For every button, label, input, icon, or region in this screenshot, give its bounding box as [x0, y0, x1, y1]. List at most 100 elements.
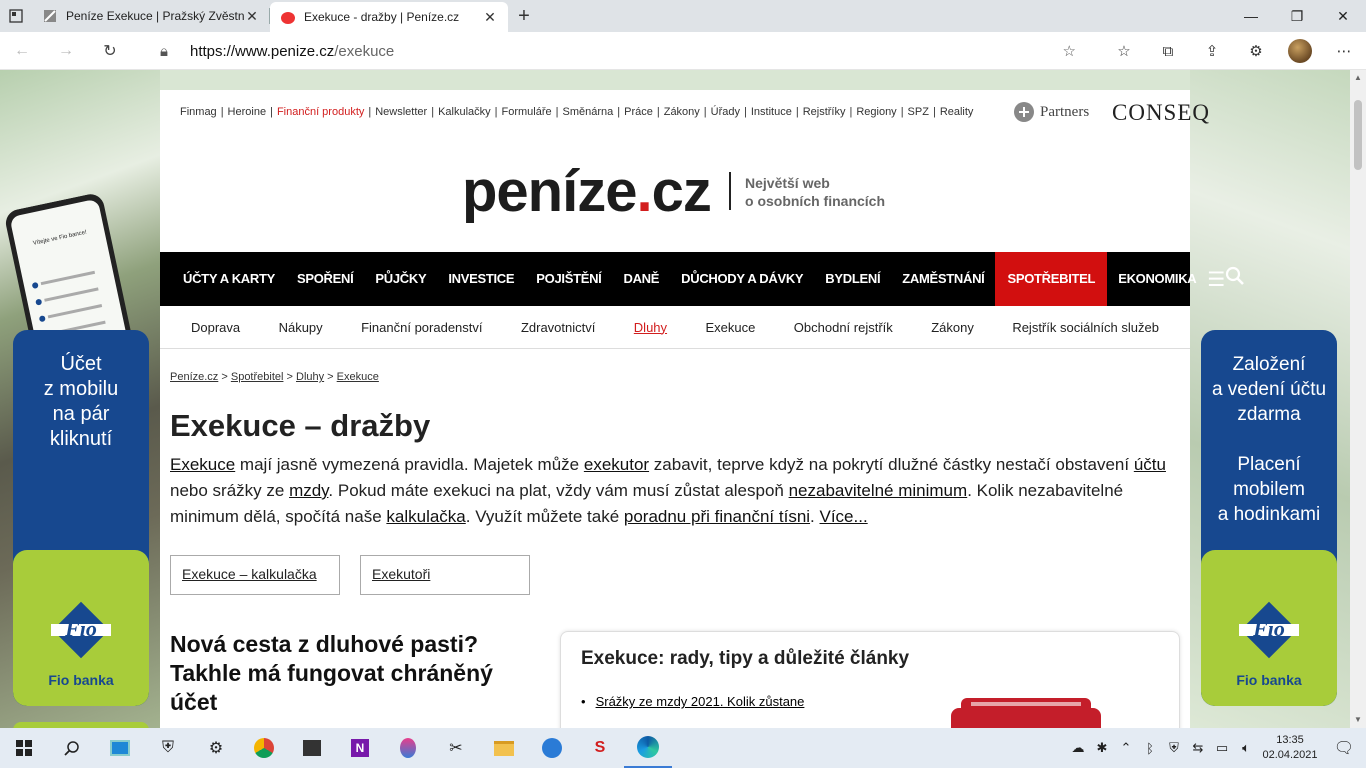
tab-exekuce-drazby[interactable]: Exekuce - dražby | Peníze.cz ✕	[270, 2, 508, 32]
nav-spotrebitel[interactable]: SPOTŘEBITEL	[995, 252, 1108, 306]
tray-app-icon[interactable]: ✱	[1090, 740, 1114, 756]
nav-sporeni[interactable]: SPOŘENÍ	[286, 252, 364, 306]
top-link[interactable]: Úřady	[711, 106, 740, 118]
scroll-up-icon[interactable]: ▲	[1350, 70, 1366, 86]
link-poradna[interactable]: poradnu při finanční tísni	[624, 507, 810, 526]
nav-ucty-a-karty[interactable]: ÚČTY A KARTY	[172, 252, 286, 306]
share-icon[interactable]: ⇪	[1190, 32, 1234, 70]
subnav-obchodni-rejstrik[interactable]: Obchodní rejstřík	[794, 320, 893, 335]
breadcrumb-link[interactable]: Spotřebitel	[231, 371, 284, 383]
paint-icon[interactable]	[384, 728, 432, 768]
exekutori-button[interactable]: Exekutoři	[360, 555, 530, 595]
top-link[interactable]: Rejstříky	[803, 106, 846, 118]
extensions-icon[interactable]: ⚙	[1234, 32, 1278, 70]
scroll-thumb[interactable]	[1354, 100, 1362, 170]
search-taskbar-icon[interactable]	[48, 728, 96, 768]
top-link[interactable]: Finmag	[180, 106, 217, 118]
cloud-icon[interactable]: ☁	[1066, 740, 1090, 756]
task-view-icon[interactable]	[96, 728, 144, 768]
top-link[interactable]: Kalkulačky	[438, 106, 491, 118]
article-headline[interactable]: Nová cesta z dluhové pasti? Takhle má fu…	[170, 630, 510, 717]
fio-ad-left[interactable]: Účet z mobilu na pár kliknutí Fio Fio ba…	[13, 330, 149, 706]
settings-icon[interactable]: ⚙	[192, 728, 240, 768]
nav-pujcky[interactable]: PŮJČKY	[364, 252, 437, 306]
subnav-dluhy[interactable]: Dluhy	[634, 320, 667, 335]
fio-ad-right[interactable]: Založení a vedení účtu zdarma Placení mo…	[1201, 330, 1337, 706]
app-icon[interactable]	[528, 728, 576, 768]
nav-dane[interactable]: DANĚ	[613, 252, 671, 306]
nav-zamestnani[interactable]: ZAMĚSTNÁNÍ	[891, 252, 995, 306]
subnav-zakony[interactable]: Zákony	[931, 320, 974, 335]
subnav-exekuce[interactable]: Exekuce	[705, 320, 755, 335]
link-kalkulacka[interactable]: kalkulačka	[386, 507, 465, 526]
nav-investice[interactable]: INVESTICE	[437, 252, 525, 306]
avatar[interactable]	[1288, 39, 1312, 63]
top-link[interactable]: Práce	[624, 106, 653, 118]
start-button[interactable]	[0, 728, 48, 768]
nav-bydleni[interactable]: BYDLENÍ	[814, 252, 891, 306]
partners-logo[interactable]: Partners	[1012, 100, 1089, 124]
snip-icon[interactable]: ✂	[432, 728, 480, 768]
notifications-icon[interactable]: 🗨︎	[1322, 738, 1366, 758]
collections-icon[interactable]: ⧉	[1146, 32, 1190, 70]
nav-pojisteni[interactable]: POJIŠTĚNÍ	[525, 252, 612, 306]
subnav-doprava[interactable]: Doprava	[191, 320, 240, 335]
tab-penize-exekuce[interactable]: Peníze Exekuce | Pražský Zvěstní ✕	[32, 0, 270, 32]
bluetooth-icon[interactable]: ᛒ	[1138, 741, 1162, 756]
link-mzdy[interactable]: mzdy	[289, 481, 328, 500]
top-link[interactable]: Newsletter	[375, 106, 427, 118]
breadcrumb-link[interactable]: Peníze.cz	[170, 371, 218, 383]
menu-icon[interactable]: ☰	[1207, 267, 1225, 292]
search-icon[interactable]	[1225, 266, 1245, 292]
subnav-rejstrik-soc[interactable]: Rejstřík sociálních služeb	[1012, 320, 1159, 335]
chrome-icon[interactable]	[240, 728, 288, 768]
security-icon[interactable]: ⛨	[1162, 740, 1186, 756]
link-exekutor[interactable]: exekutor	[584, 455, 649, 474]
conseq-logo[interactable]: CONSEQ	[1112, 100, 1210, 126]
top-link[interactable]: Reality	[940, 106, 974, 118]
top-link[interactable]: Instituce	[751, 106, 792, 118]
top-link[interactable]: Směnárna	[562, 106, 613, 118]
top-link[interactable]: SPZ	[908, 106, 929, 118]
volume-icon[interactable]: 🔈︎	[1234, 740, 1258, 756]
app-s-icon[interactable]: S	[576, 728, 624, 768]
link-exekuce[interactable]: Exekuce	[170, 455, 235, 474]
close-window-button[interactable]: ✕	[1320, 0, 1366, 32]
display-icon[interactable]: ▭	[1210, 740, 1234, 756]
subnav-nakupy[interactable]: Nákupy	[279, 320, 323, 335]
refresh-button[interactable]: ↻	[88, 32, 132, 70]
top-link[interactable]: Formuláře	[502, 106, 552, 118]
file-explorer-icon[interactable]	[480, 728, 528, 768]
nav-ekonomika[interactable]: EKONOMIKA	[1107, 252, 1207, 306]
network-icon[interactable]: ⇆	[1186, 740, 1210, 756]
top-link[interactable]: Heroine	[228, 106, 267, 118]
back-button[interactable]: ←	[0, 32, 44, 70]
nav-duchody[interactable]: DŮCHODY A DÁVKY	[670, 252, 814, 306]
subnav-financni-poradenstvi[interactable]: Finanční poradenství	[361, 320, 482, 335]
forward-button[interactable]: →	[44, 32, 88, 70]
chevron-up-icon[interactable]: ⌃	[1114, 740, 1138, 756]
restore-button[interactable]: ❐	[1274, 0, 1320, 32]
tab-actions-button[interactable]	[0, 0, 32, 32]
top-link[interactable]: Finanční produkty	[277, 106, 364, 118]
exekuce-kalkulacka-button[interactable]: Exekuce – kalkulačka	[170, 555, 340, 595]
top-link[interactable]: Zákony	[664, 106, 700, 118]
add-favorite-icon[interactable]: ☆	[1063, 42, 1076, 60]
close-tab-icon[interactable]: ✕	[482, 9, 498, 26]
top-link[interactable]: Regiony	[856, 106, 896, 118]
store-icon[interactable]	[288, 728, 336, 768]
favorites-icon[interactable]: ☆	[1102, 32, 1146, 70]
link-nezabavitelne-minimum[interactable]: nezabavitelné minimum	[789, 481, 968, 500]
edge-icon[interactable]	[624, 728, 672, 768]
address-bar[interactable]: 🔒︎ https://www.penize.cz/exekuce ☆	[145, 36, 1091, 66]
scrollbar[interactable]: ▲ ▼	[1350, 70, 1366, 728]
link-uctu[interactable]: účtu	[1134, 455, 1166, 474]
close-tab-icon[interactable]: ✕	[244, 8, 260, 25]
link-vice[interactable]: Více...	[820, 507, 868, 526]
site-logo[interactable]: peníze.cz	[462, 158, 712, 225]
new-tab-button[interactable]: +	[508, 0, 540, 32]
breadcrumb-link[interactable]: Exekuce	[337, 371, 379, 383]
onenote-icon[interactable]: N	[336, 728, 384, 768]
subnav-zdravotnictvi[interactable]: Zdravotnictví	[521, 320, 595, 335]
shield-icon[interactable]: ⛨	[144, 728, 192, 768]
